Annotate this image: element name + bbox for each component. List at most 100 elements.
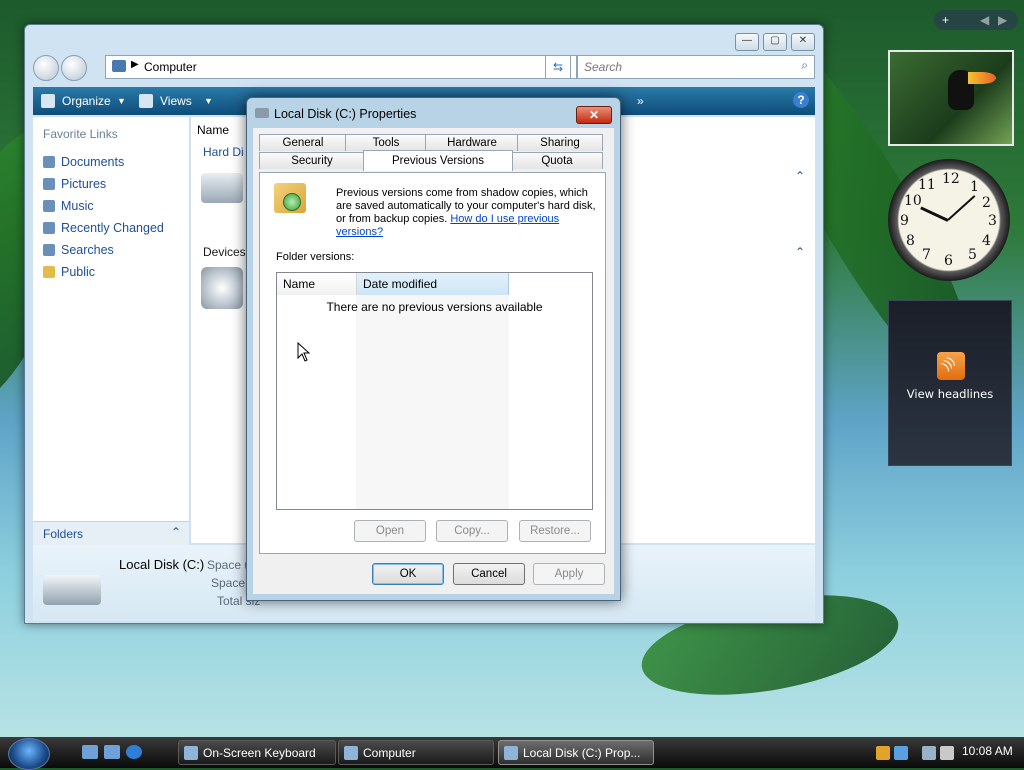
favorite-documents[interactable]: Documents	[43, 155, 124, 169]
address-crumb[interactable]: Computer	[144, 60, 197, 74]
security-shield-icon[interactable]	[876, 746, 890, 760]
column-header-date-modified[interactable]: Date modified	[357, 273, 509, 295]
previous-versions-icon	[274, 183, 306, 213]
navigation-bar: ▶ Computer ▼ ⇆ Search ⌕	[33, 55, 815, 81]
favorite-pictures[interactable]: Pictures	[43, 177, 106, 191]
group-devices[interactable]: Devices	[203, 245, 246, 259]
mouse-pointer-icon	[297, 342, 311, 362]
collapse-icon[interactable]: ⌃	[795, 245, 805, 259]
minimize-button[interactable]: —	[735, 33, 759, 51]
windows-flag-icon[interactable]	[894, 746, 908, 760]
previous-versions-panel: Previous versions come from shadow copie…	[259, 172, 606, 554]
window-caption-buttons: — ▢ ✕	[735, 33, 815, 51]
help-icon[interactable]: ?	[793, 92, 809, 108]
previous-versions-description: Previous versions come from shadow copie…	[336, 187, 596, 238]
start-button[interactable]	[8, 738, 50, 770]
network-icon[interactable]	[922, 746, 936, 760]
folder-versions-list[interactable]: Name Date modified There are no previous…	[276, 272, 593, 510]
hour-hand	[920, 206, 949, 222]
more-commands-icon[interactable]: »	[637, 94, 644, 108]
column-header-name[interactable]: Name	[277, 273, 357, 295]
back-button[interactable]	[33, 55, 59, 81]
switch-windows-icon[interactable]	[104, 745, 120, 759]
ok-button[interactable]: OK	[372, 563, 444, 585]
chevron-right-icon[interactable]: ▶	[998, 10, 1007, 30]
views-button[interactable]: Views	[160, 94, 192, 108]
navigation-pane: Favorite Links Documents Pictures Music …	[33, 117, 190, 543]
chevron-left-icon[interactable]: ◀	[980, 10, 989, 30]
drive-icon	[43, 575, 101, 605]
search-icon[interactable]: ⌕	[801, 58, 808, 73]
slide-show-gadget[interactable]	[888, 50, 1014, 146]
clock-numeral: 12	[942, 171, 960, 187]
folders-label[interactable]: Folders	[43, 527, 83, 541]
tab-quota[interactable]: Quota	[511, 152, 603, 169]
taskbar-clock[interactable]: 10:08 AM	[962, 744, 1013, 758]
folders-bar[interactable]: Folders ⌃	[33, 521, 189, 546]
clock-gadget[interactable]: 12 1 2 3 4 5 6 7 8 9 10 11	[888, 159, 1010, 281]
dialog-title: Local Disk (C:) Properties	[274, 107, 417, 121]
documents-icon	[43, 156, 55, 168]
clock-numeral: 2	[982, 195, 991, 211]
task-local-disk-properties[interactable]: Local Disk (C:) Prop...	[498, 740, 654, 765]
tab-previous-versions[interactable]: Previous Versions	[363, 150, 513, 171]
searches-icon	[43, 244, 55, 256]
feed-headlines-gadget[interactable]: View headlines	[888, 300, 1012, 466]
recently-changed-icon	[43, 222, 55, 234]
maximize-button[interactable]: ▢	[763, 33, 787, 51]
forward-button[interactable]	[61, 55, 87, 81]
apply-button[interactable]: Apply	[533, 563, 605, 585]
organize-icon	[41, 94, 55, 108]
copy-button[interactable]: Copy...	[436, 520, 508, 542]
cancel-button[interactable]: Cancel	[453, 563, 525, 585]
favorite-music[interactable]: Music	[43, 199, 94, 213]
show-desktop-icon[interactable]	[82, 745, 98, 759]
taskbar: On-Screen Keyboard Computer Local Disk (…	[0, 737, 1024, 770]
tab-sharing[interactable]: Sharing	[517, 134, 603, 151]
keyboard-icon	[184, 746, 198, 760]
clock-numeral: 7	[922, 247, 931, 263]
view-headlines-label[interactable]: View headlines	[889, 387, 1011, 401]
name-column-header[interactable]: Name	[197, 123, 229, 137]
computer-icon	[112, 60, 126, 72]
internet-explorer-icon[interactable]	[126, 745, 142, 759]
favorite-recently-changed[interactable]: Recently Changed	[43, 221, 164, 235]
task-on-screen-keyboard[interactable]: On-Screen Keyboard	[178, 740, 336, 765]
chevron-up-icon[interactable]: ⌃	[171, 525, 181, 539]
tab-hardware[interactable]: Hardware	[425, 134, 519, 151]
add-gadget-button[interactable]: +	[942, 13, 949, 27]
open-button[interactable]: Open	[354, 520, 426, 542]
sorted-column-stripe	[356, 295, 509, 509]
close-button[interactable]: ✕	[576, 106, 612, 124]
address-bar[interactable]: ▶ Computer ▼	[105, 55, 577, 79]
clock-numeral: 9	[900, 213, 909, 229]
search-input[interactable]: Search ⌕	[577, 55, 815, 79]
task-computer[interactable]: Computer	[338, 740, 494, 765]
chevron-right-icon[interactable]: ▶	[131, 59, 139, 70]
hard-disk-icon[interactable]	[201, 173, 243, 203]
clock-numeral: 3	[988, 213, 997, 229]
refresh-icon[interactable]: ⇆	[545, 55, 571, 79]
group-hard-disks[interactable]: Hard Di	[203, 145, 244, 159]
favorite-searches[interactable]: Searches	[43, 243, 114, 257]
collapse-icon[interactable]: ⌃	[795, 169, 805, 183]
favorite-links-title: Favorite Links	[43, 127, 118, 141]
tab-tools[interactable]: Tools	[345, 134, 427, 151]
clock-numeral: 5	[968, 247, 977, 263]
folder-versions-label: Folder versions:	[276, 251, 355, 263]
pictures-icon	[43, 178, 55, 190]
favorite-public[interactable]: Public	[43, 265, 95, 279]
tab-general[interactable]: General	[259, 134, 347, 151]
folder-icon	[43, 266, 55, 278]
tab-security[interactable]: Security	[259, 152, 365, 169]
sidebar-controls[interactable]: + ◀ ▶	[934, 10, 1018, 30]
rss-icon	[937, 352, 965, 380]
search-placeholder: Search	[584, 60, 623, 74]
dvd-drive-icon[interactable]	[201, 267, 243, 309]
clock-numeral: 6	[944, 253, 953, 269]
restore-button[interactable]: Restore...	[519, 520, 591, 542]
close-button[interactable]: ✕	[791, 33, 815, 51]
clock-numeral: 4	[982, 233, 991, 249]
organize-button[interactable]: Organize	[62, 94, 111, 108]
volume-muted-icon[interactable]	[940, 746, 954, 760]
